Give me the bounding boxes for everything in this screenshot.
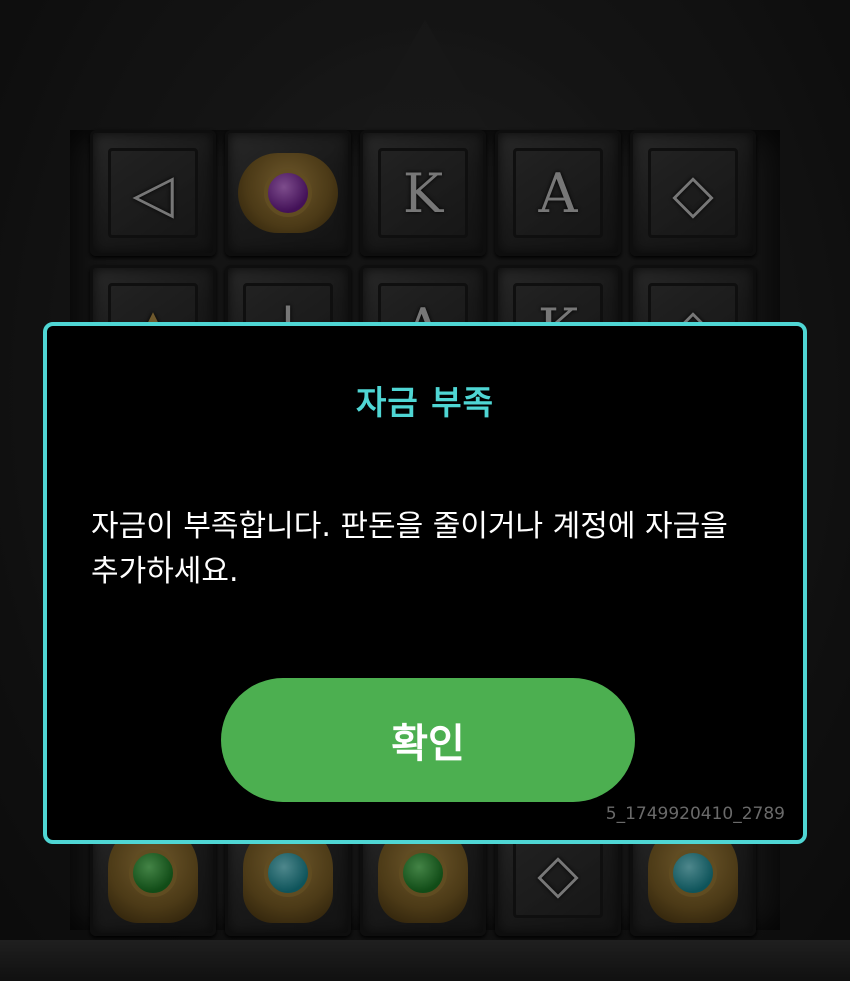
dialog-message: 자금이 부족합니다. 판돈을 줄이거나 계정에 자금을 추가하세요. (91, 509, 728, 589)
game-scene: ◁ K A ◇ ▲ | A K ◇ (0, 0, 850, 981)
confirm-button[interactable]: 확인 (221, 678, 635, 802)
dialog-title: 자금 부족 (356, 383, 494, 422)
session-id: 5_1749920410_2789 (605, 804, 785, 824)
insufficient-funds-dialog: 자금 부족 자금이 부족합니다. 판돈을 줄이거나 계정에 자금을 추가하세요.… (43, 322, 807, 844)
